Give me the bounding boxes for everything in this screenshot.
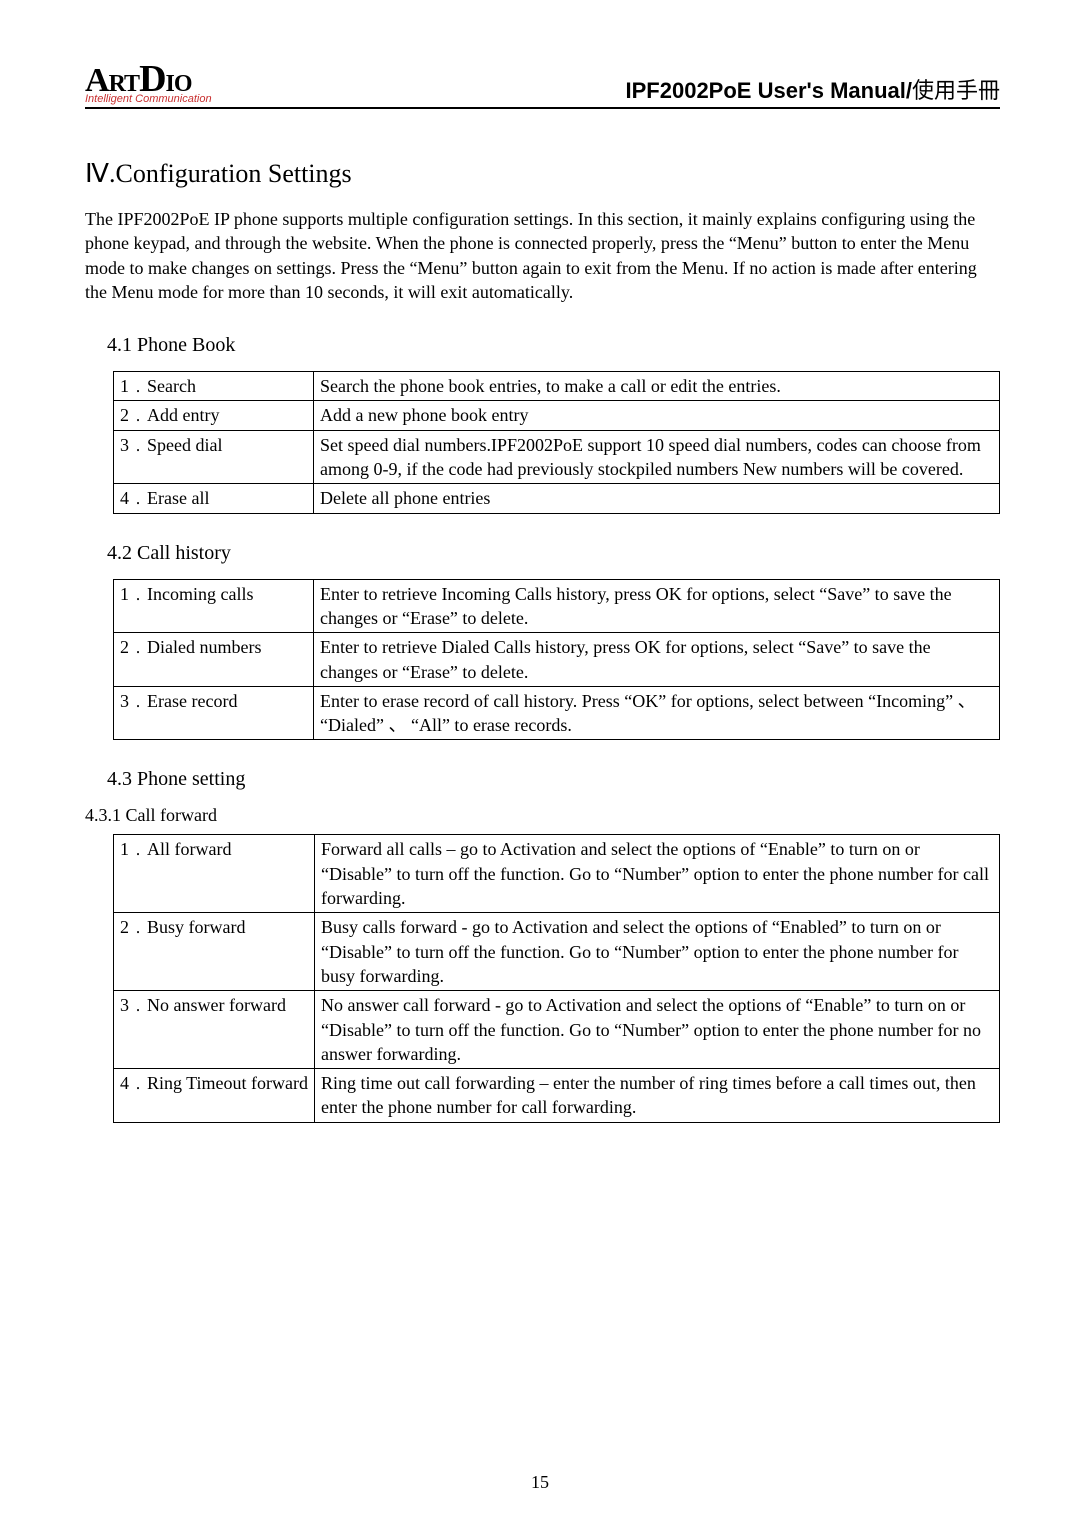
- table-row: 1﹒All forward Forward all calls – go to …: [114, 835, 1000, 913]
- brand-logo: ArtDio Intelligent Communication: [85, 60, 212, 105]
- row-desc: No answer call forward - go to Activatio…: [315, 991, 1000, 1069]
- row-desc: Delete all phone entries: [314, 484, 1000, 513]
- table-row: 3﹒No answer forward No answer call forwa…: [114, 991, 1000, 1069]
- row-desc: Enter to retrieve Dialed Calls history, …: [314, 633, 1000, 687]
- table-row: 3﹒Erase record Enter to erase record of …: [114, 686, 1000, 740]
- table-row: 1﹒Incoming calls Enter to retrieve Incom…: [114, 579, 1000, 633]
- phone-setting-heading: 4.3 Phone setting: [107, 768, 1000, 791]
- table-row: 3﹒Speed dial Set speed dial numbers.IPF2…: [114, 430, 1000, 484]
- row-label: 4﹒Erase all: [114, 484, 314, 513]
- call-history-heading: 4.2 Call history: [107, 542, 1000, 565]
- row-label: 3﹒No answer forward: [114, 991, 315, 1069]
- call-history-table: 1﹒Incoming calls Enter to retrieve Incom…: [113, 579, 1000, 741]
- section-title: Ⅳ.Configuration Settings: [85, 159, 1000, 189]
- row-label: 1﹒Search: [114, 372, 314, 401]
- logo-subtitle: Intelligent Communication: [85, 94, 212, 105]
- row-desc: Busy calls forward - go to Activation an…: [315, 913, 1000, 991]
- row-desc: Forward all calls – go to Activation and…: [315, 835, 1000, 913]
- row-desc: Enter to retrieve Incoming Calls history…: [314, 579, 1000, 633]
- row-label: 1﹒Incoming calls: [114, 579, 314, 633]
- row-label: 2﹒Add entry: [114, 401, 314, 430]
- row-label: 3﹒Speed dial: [114, 430, 314, 484]
- page-header: ArtDio Intelligent Communication IPF2002…: [85, 60, 1000, 109]
- phone-book-heading: 4.1 Phone Book: [107, 334, 1000, 357]
- table-row: 1﹒Search Search the phone book entries, …: [114, 372, 1000, 401]
- row-label: 1﹒All forward: [114, 835, 315, 913]
- row-desc: Enter to erase record of call history. P…: [314, 686, 1000, 740]
- table-row: 2﹒Busy forward Busy calls forward - go t…: [114, 913, 1000, 991]
- call-forward-table: 1﹒All forward Forward all calls – go to …: [113, 834, 1000, 1122]
- section-intro: The IPF2002PoE IP phone supports multipl…: [85, 207, 1000, 304]
- product-title-cjk: 使用手冊: [912, 78, 1000, 103]
- row-desc: Add a new phone book entry: [314, 401, 1000, 430]
- product-title-en: IPF2002PoE User's Manual/: [626, 78, 912, 103]
- phone-book-table: 1﹒Search Search the phone book entries, …: [113, 371, 1000, 513]
- row-desc: Ring time out call forwarding – enter th…: [315, 1069, 1000, 1123]
- page-number: 15: [0, 1472, 1080, 1493]
- row-desc: Set speed dial numbers.IPF2002PoE suppor…: [314, 430, 1000, 484]
- row-label: 2﹒Dialed numbers: [114, 633, 314, 687]
- row-label: 4﹒Ring Timeout forward: [114, 1069, 315, 1123]
- table-row: 2﹒Dialed numbers Enter to retrieve Diale…: [114, 633, 1000, 687]
- row-desc: Search the phone book entries, to make a…: [314, 372, 1000, 401]
- table-row: 4﹒Ring Timeout forward Ring time out cal…: [114, 1069, 1000, 1123]
- row-label: 2﹒Busy forward: [114, 913, 315, 991]
- table-row: 2﹒Add entry Add a new phone book entry: [114, 401, 1000, 430]
- table-row: 4﹒Erase all Delete all phone entries: [114, 484, 1000, 513]
- row-label: 3﹒Erase record: [114, 686, 314, 740]
- call-forward-heading: 4.3.1 Call forward: [85, 805, 1000, 826]
- product-title: IPF2002PoE User's Manual/使用手冊: [626, 73, 1000, 105]
